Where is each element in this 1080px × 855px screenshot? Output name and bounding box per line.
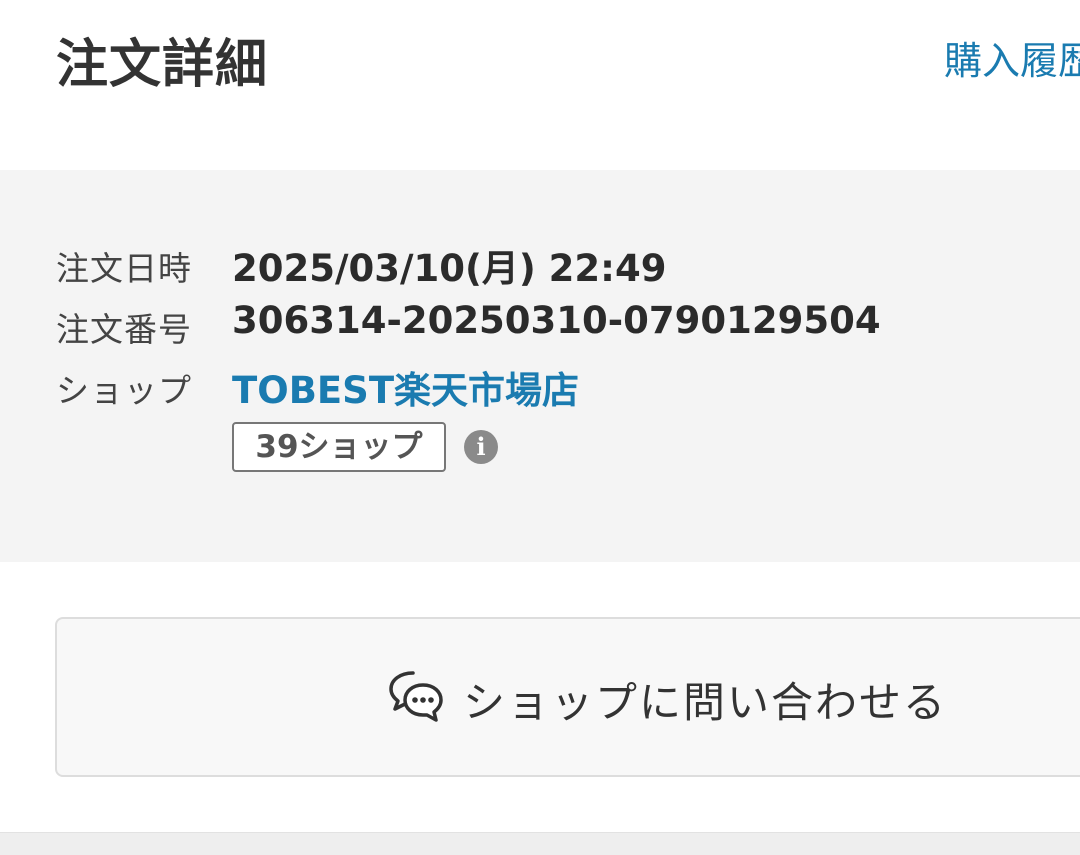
- order-date-value: 2025/03/10(月) 22:49: [232, 247, 667, 290]
- order-number-label: 注文番号: [56, 310, 192, 349]
- order-info-panel: 注文日時 2025/03/10(月) 22:49 注文番号 306314-202…: [0, 170, 1080, 562]
- contact-shop-button[interactable]: ショップに問い合わせる: [55, 617, 1080, 777]
- shop-label: ショップ: [56, 371, 192, 410]
- bottom-divider: [0, 832, 1080, 855]
- info-icon[interactable]: i: [464, 430, 498, 464]
- chat-bubbles-icon: [389, 671, 443, 722]
- order-number-value: 306314-20250310-0790129504: [232, 299, 881, 342]
- page-title: 注文詳細: [56, 35, 269, 95]
- shop-39-badge: 39ショップ: [232, 422, 446, 472]
- order-date-label: 注文日時: [56, 249, 192, 288]
- order-detail-page: 注文詳細 購入履歴 注文日時 2025/03/10(月) 22:49 注文番号 …: [0, 0, 1080, 855]
- purchase-history-link[interactable]: 購入履歴: [944, 30, 1080, 85]
- contact-shop-label: ショップに問い合わせる: [463, 678, 948, 727]
- shop-name-link[interactable]: TOBEST楽天市場店: [232, 360, 579, 414]
- header: 注文詳細 購入履歴: [0, 0, 1080, 170]
